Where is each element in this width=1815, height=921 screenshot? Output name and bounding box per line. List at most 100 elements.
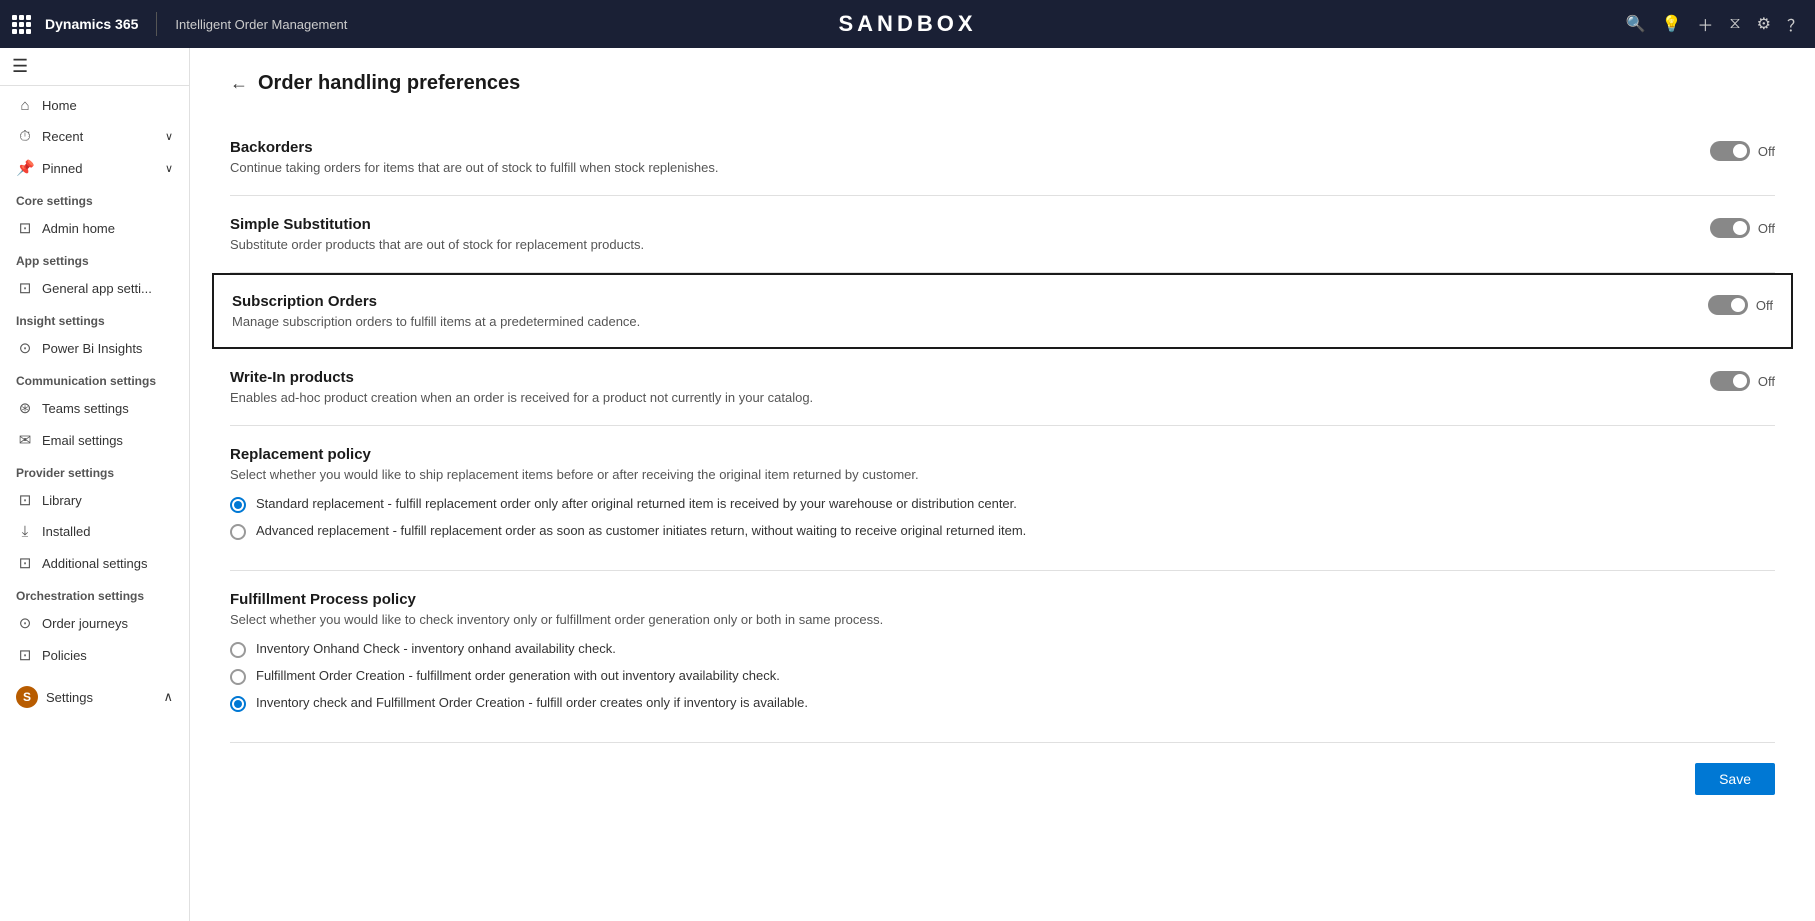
sidebar-general-app-label: General app setti... xyxy=(42,281,152,296)
sidebar-item-teams[interactable]: ⊛ Teams settings xyxy=(0,392,189,424)
section-provider-settings: Provider settings xyxy=(0,456,189,484)
write-in-products-desc: Enables ad-hoc product creation when an … xyxy=(230,390,1686,405)
backorders-title: Backorders xyxy=(230,139,1686,156)
radio-standard-replacement[interactable]: Standard replacement - fulfill replaceme… xyxy=(230,496,1775,513)
simple-substitution-toggle[interactable] xyxy=(1710,218,1750,238)
sidebar-power-bi-label: Power Bi Insights xyxy=(42,341,142,356)
setting-info-subscription-orders: Subscription Orders Manage subscription … xyxy=(232,293,1684,329)
teams-icon: ⊛ xyxy=(16,399,34,417)
save-bar: Save xyxy=(230,743,1775,805)
chevron-down-icon-pinned: ∨ xyxy=(165,162,173,175)
replacement-policy-desc: Select whether you would like to ship re… xyxy=(230,467,1775,482)
radio-btn-standard[interactable] xyxy=(230,497,246,513)
subscription-orders-toggle-label: Off xyxy=(1756,298,1773,313)
pin-icon: 📌 xyxy=(16,159,34,177)
sidebar-item-order-journeys[interactable]: ⊙ Order journeys xyxy=(0,607,189,639)
sidebar-settings-label: Settings xyxy=(46,690,93,705)
radio-inventory-and-fulfillment[interactable]: Inventory check and Fulfillment Order Cr… xyxy=(230,695,1775,712)
sidebar-item-pinned[interactable]: 📌 Pinned ∨ xyxy=(0,152,189,184)
simple-substitution-title: Simple Substitution xyxy=(230,216,1686,233)
sidebar-home-label: Home xyxy=(42,98,77,113)
sidebar-item-policies[interactable]: ⊡ Policies xyxy=(0,639,189,671)
waffle-icon[interactable] xyxy=(12,15,31,34)
radio-btn-inventory-and-fulfillment[interactable] xyxy=(230,696,246,712)
sidebar-policies-label: Policies xyxy=(42,648,87,663)
sidebar-admin-home-label: Admin home xyxy=(42,221,115,236)
sidebar-additional-label: Additional settings xyxy=(42,556,148,571)
topbar-logo: Dynamics 365 xyxy=(45,16,138,32)
backorders-toggle-label: Off xyxy=(1758,144,1775,159)
radio-inventory-onhand[interactable]: Inventory Onhand Check - inventory onhan… xyxy=(230,641,1775,658)
filter-icon[interactable]: ⧖ xyxy=(1729,15,1740,33)
topbar: Dynamics 365 Intelligent Order Managemen… xyxy=(0,0,1815,48)
write-in-products-toggle[interactable] xyxy=(1710,371,1750,391)
section-app-settings: App settings xyxy=(0,244,189,272)
write-in-products-toggle-wrap: Off xyxy=(1710,371,1775,391)
topbar-icons: 🔍 💡 ＋ ⧖ ⚙ ？ xyxy=(1626,12,1803,36)
recent-icon: ⏱ xyxy=(16,128,34,145)
help-icon[interactable]: ？ xyxy=(1787,12,1803,36)
simple-substitution-desc: Substitute order products that are out o… xyxy=(230,237,1686,252)
settings-icon[interactable]: ⚙ xyxy=(1757,14,1771,34)
power-bi-icon: ⊙ xyxy=(16,339,34,357)
sidebar-item-admin-home[interactable]: ⊡ Admin home xyxy=(0,212,189,244)
backorders-toggle[interactable] xyxy=(1710,141,1750,161)
sidebar-nav: ⌂ Home ⏱ Recent ∨ 📌 Pinned ∨ Core settin… xyxy=(0,86,189,719)
sidebar-item-additional[interactable]: ⊡ Additional settings xyxy=(0,547,189,579)
sidebar-item-general-app[interactable]: ⊡ General app setti... xyxy=(0,272,189,304)
subscription-orders-toggle-wrap: Off xyxy=(1708,295,1773,315)
bulb-icon[interactable]: 💡 xyxy=(1661,14,1681,34)
setting-row-subscription-orders: Subscription Orders Manage subscription … xyxy=(212,273,1793,349)
fulfillment-policy-desc: Select whether you would like to check i… xyxy=(230,612,1775,627)
write-in-products-title: Write-In products xyxy=(230,369,1686,386)
section-communication-settings: Communication settings xyxy=(0,364,189,392)
order-journeys-icon: ⊙ xyxy=(16,614,34,632)
setting-row-simple-substitution: Simple Substitution Substitute order pro… xyxy=(230,196,1775,273)
email-icon: ✉ xyxy=(16,431,34,449)
radio-label-standard: Standard replacement - fulfill replaceme… xyxy=(256,496,1017,511)
general-app-icon: ⊡ xyxy=(16,279,34,297)
sidebar-item-home[interactable]: ⌂ Home xyxy=(0,90,189,121)
simple-substitution-toggle-wrap: Off xyxy=(1710,218,1775,238)
sidebar-item-installed[interactable]: ⤓ Installed xyxy=(0,516,189,547)
backorders-toggle-wrap: Off xyxy=(1710,141,1775,161)
sidebar-recent-label: Recent xyxy=(42,129,83,144)
write-in-products-toggle-label: Off xyxy=(1758,374,1775,389)
chevron-right-icon: ∧ xyxy=(163,689,173,705)
fulfillment-policy-title: Fulfillment Process policy xyxy=(230,591,1775,608)
plus-icon[interactable]: ＋ xyxy=(1697,12,1713,36)
radio-btn-inventory-onhand[interactable] xyxy=(230,642,246,658)
search-icon[interactable]: 🔍 xyxy=(1626,14,1646,34)
installed-icon: ⤓ xyxy=(16,523,34,540)
radio-label-inventory-onhand: Inventory Onhand Check - inventory onhan… xyxy=(256,641,616,656)
subscription-orders-title: Subscription Orders xyxy=(232,293,1684,310)
sidebar-item-power-bi[interactable]: ⊙ Power Bi Insights xyxy=(0,332,189,364)
sidebar-item-recent[interactable]: ⏱ Recent ∨ xyxy=(0,121,189,152)
additional-icon: ⊡ xyxy=(16,554,34,572)
save-button[interactable]: Save xyxy=(1695,763,1775,795)
hamburger-icon[interactable]: ☰ xyxy=(12,56,28,76)
back-arrow-icon[interactable]: ← xyxy=(230,73,248,94)
radio-label-fulfillment-order: Fulfillment Order Creation - fulfillment… xyxy=(256,668,780,683)
fulfillment-policy-section: Fulfillment Process policy Select whethe… xyxy=(230,571,1775,743)
sidebar-pinned-label: Pinned xyxy=(42,161,82,176)
radio-fulfillment-order-creation[interactable]: Fulfillment Order Creation - fulfillment… xyxy=(230,668,1775,685)
radio-advanced-replacement[interactable]: Advanced replacement - fulfill replaceme… xyxy=(230,523,1775,540)
topbar-app-name: Intelligent Order Management xyxy=(175,17,347,32)
subscription-orders-toggle[interactable] xyxy=(1708,295,1748,315)
simple-substitution-toggle-label: Off xyxy=(1758,221,1775,236)
sidebar-teams-label: Teams settings xyxy=(42,401,129,416)
setting-row-write-in-products: Write-In products Enables ad-hoc product… xyxy=(230,349,1775,426)
radio-btn-advanced[interactable] xyxy=(230,524,246,540)
sidebar-library-label: Library xyxy=(42,493,82,508)
settings-badge: S xyxy=(16,686,38,708)
sidebar-order-journeys-label: Order journeys xyxy=(42,616,128,631)
policies-icon: ⊡ xyxy=(16,646,34,664)
section-insight-settings: Insight settings xyxy=(0,304,189,332)
sidebar-item-email[interactable]: ✉ Email settings xyxy=(0,424,189,456)
radio-btn-fulfillment-order[interactable] xyxy=(230,669,246,685)
section-core-settings: Core settings xyxy=(0,184,189,212)
sidebar-item-settings[interactable]: S Settings ∧ xyxy=(0,679,189,715)
setting-info-simple-substitution: Simple Substitution Substitute order pro… xyxy=(230,216,1686,252)
sidebar-item-library[interactable]: ⊡ Library xyxy=(0,484,189,516)
